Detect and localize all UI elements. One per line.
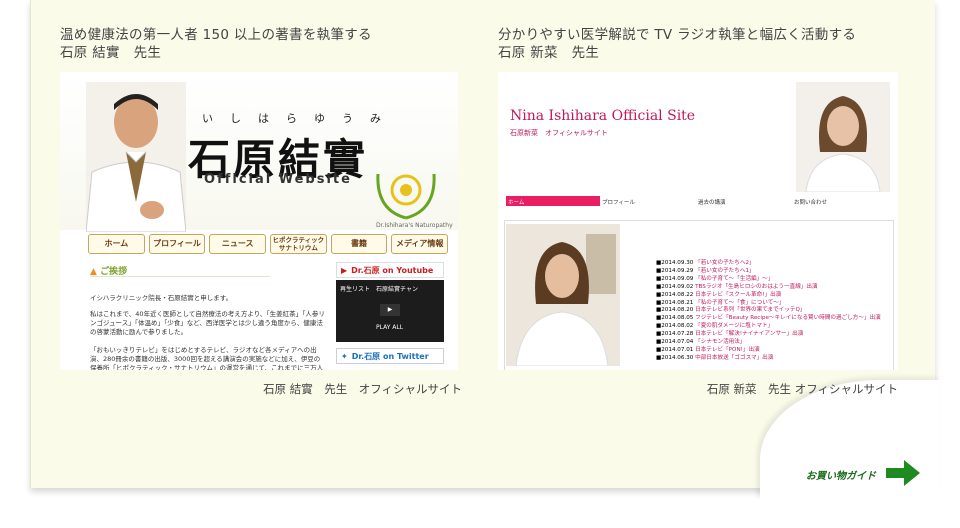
news-item[interactable]: ■2014.09.29 「若い女の子たちへ1」 (656, 268, 884, 276)
news-date: ■2014.07.28 (656, 331, 694, 338)
news-item[interactable]: ■2014.09.30 「若い女の子たちへ2」 (656, 260, 884, 268)
arrow-right-icon[interactable] (886, 460, 920, 486)
twitter-link[interactable]: ✦ Dr.石原 on Twitter (336, 348, 444, 364)
news-date: ■2014.08.02 (656, 323, 694, 330)
left-site-nav: ホーム プロフィール ニュース ヒポクラティック サナトリウム 書籍 メディア情… (88, 234, 449, 254)
nav-news[interactable]: ニュース (209, 234, 267, 254)
nav-profile[interactable]: プロフィール (148, 234, 206, 254)
shopping-guide-link[interactable]: お買い物ガイド (806, 467, 876, 482)
left-caption[interactable]: 石原 結實 先生 オフィシャルサイト (60, 381, 462, 397)
news-title[interactable]: 日本テレビ系列「世界の果てまでイッテQ」 (695, 307, 805, 313)
news-title[interactable]: 日本テレビ「スクール革命!」出演 (695, 292, 781, 298)
news-item[interactable]: ■2014.08.02 「夏の肌ダメージに塩トマト」 (656, 323, 884, 331)
news-title[interactable]: フジテレビ「Beauty Recipe〜キレイになる賢い時間の過ごし方〜」出演 (695, 315, 881, 321)
emblem-caption: Dr.Ishihara's Naturopathy (376, 222, 453, 229)
news-date: ■2014.07.04 (656, 339, 694, 346)
news-title[interactable]: 「若い女の子たちへ2」 (695, 260, 755, 266)
news-item[interactable]: ■2014.07.01 日本テレビ「PON!」出演 (656, 347, 884, 355)
youtube-link[interactable]: ▶ Dr.石原 on Youtube (336, 262, 444, 278)
news-date: ■2014.07.01 (656, 346, 694, 353)
nina-nav-lectures[interactable]: 過去の講演 (698, 198, 726, 206)
twitter-label: Dr.石原 on Twitter (351, 351, 429, 361)
news-date: ■2014.08.05 (656, 315, 694, 322)
news-title[interactable]: 日本テレビ「解決!ナイナイアンサー」出演 (695, 331, 803, 337)
news-date: ■2014.09.30 (656, 260, 694, 266)
greeting-divider (90, 276, 270, 277)
left-headline-line2: 石原 結實 先生 (60, 45, 162, 61)
greeting-paragraph-3: 「おもいッきりテレビ」をはじめとするテレビ、ラジオなど各メディアへの出演、280… (90, 346, 324, 370)
news-item[interactable]: ■2014.08.22 日本テレビ「スクール革命!」出演 (656, 292, 884, 300)
nav-books[interactable]: 書籍 (330, 234, 388, 254)
play-all-label: PLAY ALL (376, 324, 404, 331)
news-date: ■2014.08.21 (656, 299, 694, 306)
news-date: ■2014.06.30 (656, 354, 694, 361)
news-title[interactable]: 「私の子育て〜「生活編」〜」 (695, 276, 773, 282)
youtube-label: Dr.石原 on Youtube (351, 265, 434, 275)
nav-sanatorium[interactable]: ヒポクラティック サナトリウム (270, 234, 327, 254)
news-title[interactable]: 「若い女の子たちへ1」 (695, 268, 755, 274)
news-title[interactable]: 「私の子育て〜「食」について〜」 (695, 300, 784, 306)
left-site-screenshot-link[interactable]: いしはらゆうみ 石原結實 Official Website Dr.Ishihar… (60, 72, 458, 370)
news-date: ■2014.09.09 (656, 275, 694, 282)
site-subtitle: Official Website (204, 172, 352, 187)
greeting-paragraph-1: イシハラクリニック院長・石原結實と申します。 (90, 294, 233, 302)
youtube-icon: ▶ (341, 265, 348, 275)
news-date: ■2014.09.02 (656, 283, 694, 290)
news-title[interactable]: TBSラジオ「生島ヒロシのおはよう一直線」出演 (695, 284, 817, 290)
nav-home[interactable]: ホーム (88, 234, 145, 254)
news-item[interactable]: ■2014.09.02 TBSラジオ「生島ヒロシのおはよう一直線」出演 (656, 284, 884, 292)
news-title[interactable]: 日本テレビ「PON!」出演 (695, 347, 760, 353)
news-date: ■2014.09.29 (656, 267, 694, 274)
right-headline-line2: 石原 新菜 先生 (498, 45, 600, 61)
news-item[interactable]: ■2014.07.04 「シナモン活用法」 (656, 339, 884, 347)
nina-nav-contact[interactable]: お問い合わせ (794, 198, 827, 206)
nina-clinic-photo (506, 224, 620, 366)
news-title[interactable]: 「シナモン活用法」 (695, 339, 745, 345)
news-item[interactable]: ■2014.06.30 中部日本放送「ゴゴスマ」出演 (656, 355, 884, 363)
news-date: ■2014.08.20 (656, 307, 694, 314)
right-headline-line1: 分かりやすい医学解説で TV ラジオ執筆と幅広く活動する (498, 27, 857, 43)
site-title-ruby: いしはらゆうみ (202, 112, 398, 125)
nina-site-subtitle: 石原新菜 オフィシャルサイト (510, 129, 608, 137)
play-icon[interactable]: ▶ (380, 304, 400, 316)
news-item[interactable]: ■2014.09.09 「私の子育て〜「生活編」〜」 (656, 276, 884, 284)
twitter-bird-icon: ✦ (341, 351, 348, 361)
nina-nav-home[interactable]: ホーム (506, 196, 600, 206)
nav-media[interactable]: メディア情報 (391, 234, 449, 254)
right-caption[interactable]: 石原 新菜 先生 オフィシャルサイト (498, 381, 898, 397)
video-title: 石原結實チャン (376, 286, 418, 293)
laurel-emblem-icon (376, 173, 436, 220)
right-headline: 分かりやすい医学解説で TV ラジオ執筆と幅広く活動する 石原 新菜 先生 (498, 26, 856, 62)
left-headline-line1: 温め健康法の第一人者 150 以上の著書を執筆する (60, 27, 372, 43)
youtube-embed[interactable]: 再生リスト 石原結實チャン ▶ PLAY ALL (336, 280, 444, 342)
nina-news-list: ■2014.09.30 「若い女の子たちへ2」 ■2014.09.29 「若い女の… (656, 260, 884, 363)
nina-site-nav: ホーム プロフィール 過去の講演 お問い合わせ (506, 196, 890, 206)
video-list-label: 再生リスト (340, 286, 371, 293)
nina-portrait-image (796, 82, 890, 192)
right-site-screenshot-link[interactable]: Nina Ishihara Official Site 石原新菜 オフィシャルサ… (498, 72, 898, 370)
nina-site-title: Nina Ishihara Official Site (510, 108, 696, 124)
left-headline: 温め健康法の第一人者 150 以上の著書を執筆する 石原 結實 先生 (60, 26, 372, 62)
news-item[interactable]: ■2014.07.28 日本テレビ「解決!ナイナイアンサー」出演 (656, 331, 884, 339)
news-title[interactable]: 「夏の肌ダメージに塩トマト」 (695, 323, 773, 329)
doctor-portrait-image (86, 82, 186, 232)
nina-nav-profile[interactable]: プロフィール (602, 198, 635, 206)
greeting-paragraph-2: 私はこれまで、40年近く医師として自然療法の考え方より、「生姜紅茶」「人参リンゴ… (90, 310, 325, 336)
news-date: ■2014.08.22 (656, 291, 694, 298)
news-title[interactable]: 中部日本放送「ゴゴスマ」出演 (695, 355, 773, 361)
